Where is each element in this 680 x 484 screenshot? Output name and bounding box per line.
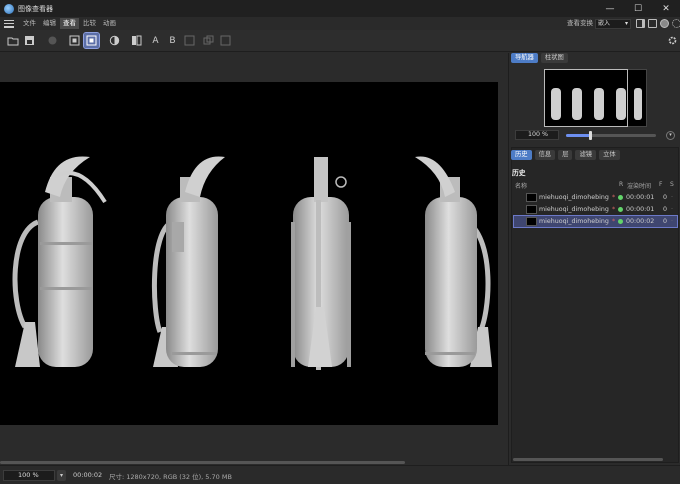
- title-bar: 图像查看器 — ☐ ✕: [0, 0, 680, 17]
- region-render-icon[interactable]: [83, 32, 100, 49]
- layout-icon[interactable]: [636, 19, 645, 28]
- status-bar: 100 % ▾ 00:00:02 尺寸: 1280x720, RGB (32 位…: [0, 465, 680, 484]
- window-title: 图像查看器: [18, 4, 53, 13]
- history-row-f: 0: [663, 206, 668, 213]
- menu-edit[interactable]: 编辑: [40, 18, 59, 29]
- history-thumbnail: [526, 205, 537, 214]
- history-row[interactable]: miehuoqi_dimohebing * 00:00:01 0 ·: [514, 192, 677, 203]
- tab-navigator[interactable]: 导航器: [511, 53, 538, 63]
- status-dot-icon: [618, 207, 623, 212]
- col-f[interactable]: F: [659, 181, 662, 188]
- status-dot-icon: [618, 219, 623, 224]
- close-button[interactable]: ✕: [652, 0, 680, 17]
- app-icon: [4, 3, 14, 14]
- rendered-image: [0, 82, 498, 425]
- history-row-f: 0: [663, 194, 668, 201]
- col-render-time[interactable]: 渲染时间: [627, 181, 651, 190]
- zoom-slider-fill: [566, 134, 591, 137]
- menu-animation[interactable]: 动画: [100, 18, 119, 29]
- text-a-icon[interactable]: A: [148, 33, 163, 48]
- history-row[interactable]: miehuoqi_dimohebing * 00:00:01 0 ·: [514, 204, 677, 215]
- save-icon[interactable]: [22, 33, 37, 48]
- history-column-headers: 名称 R 渲染时间 F S: [509, 181, 680, 190]
- menu-view[interactable]: 查看: [60, 18, 79, 29]
- history-row-name: miehuoqi_dimohebing: [539, 194, 609, 201]
- history-row-f: 0: [663, 218, 668, 225]
- tab-stereo[interactable]: 立体: [599, 150, 620, 160]
- menu-file[interactable]: 文件: [20, 18, 39, 29]
- horizontal-scrollbar[interactable]: [0, 461, 405, 464]
- record-icon[interactable]: [45, 33, 60, 48]
- history-row-s: ·: [671, 218, 674, 225]
- col-r[interactable]: R: [619, 181, 623, 188]
- col-s[interactable]: S: [670, 181, 674, 188]
- history-thumbnail: [526, 217, 537, 226]
- minimize-button[interactable]: —: [596, 0, 624, 17]
- zoom-slider-handle[interactable]: [589, 131, 593, 140]
- image-icon[interactable]: [182, 33, 197, 48]
- tab-info[interactable]: 信息: [534, 150, 556, 160]
- history-row-s: ·: [671, 194, 674, 201]
- paste-icon[interactable]: [218, 33, 233, 48]
- zoom-menu-icon[interactable]: ▾: [666, 131, 675, 140]
- maximize-button[interactable]: ☐: [624, 0, 652, 17]
- history-row-name: miehuoqi_dimohebing: [539, 206, 609, 213]
- right-panel: 导航器 柱状图 100 % ▾ 历史 信息 层 滤镜 立体 历史 名称 R 渲染…: [508, 53, 680, 465]
- open-folder-icon[interactable]: [5, 33, 20, 48]
- modified-marker: *: [612, 194, 616, 201]
- copy-icon[interactable]: [201, 33, 216, 48]
- gear-icon[interactable]: [672, 19, 680, 28]
- menu-compare[interactable]: 比较: [80, 18, 99, 29]
- sphere-icon[interactable]: [660, 19, 669, 28]
- chevron-down-icon: ▾: [624, 20, 628, 27]
- image-viewport[interactable]: [0, 53, 507, 464]
- tab-histogram[interactable]: 柱状图: [540, 53, 568, 63]
- history-row-time: 00:00:01: [626, 194, 655, 201]
- modified-marker: *: [612, 206, 616, 213]
- tab-filters[interactable]: 滤镜: [575, 150, 597, 160]
- history-row-selected[interactable]: miehuoqi_dimohebing * 00:00:02 0 ·: [513, 215, 678, 228]
- history-row-name: miehuoqi_dimohebing: [539, 218, 609, 225]
- history-row-time: 00:00:02: [626, 218, 655, 225]
- tab-layers[interactable]: 层: [558, 150, 573, 160]
- col-name[interactable]: 名称: [515, 181, 527, 190]
- frame-fit-icon[interactable]: [67, 33, 82, 48]
- view-transform-value: 嵌入: [598, 20, 611, 27]
- history-horizontal-scrollbar[interactable]: [513, 458, 663, 461]
- status-dot-icon: [618, 195, 623, 200]
- navigator-view-frame[interactable]: [544, 69, 628, 127]
- zoom-dropdown-icon[interactable]: ▾: [57, 470, 66, 481]
- modified-marker: *: [612, 218, 616, 225]
- settings-icon[interactable]: [665, 33, 680, 48]
- navigator-thumbnail[interactable]: [544, 69, 647, 127]
- zoom-slider[interactable]: [566, 131, 656, 140]
- history-row-time: 00:00:01: [626, 206, 655, 213]
- compare-ab-icon[interactable]: [129, 33, 144, 48]
- hamburger-menu-icon[interactable]: [4, 19, 14, 28]
- history-thumbnail: [526, 193, 537, 202]
- navigator-zoom-field[interactable]: 100 %: [515, 130, 559, 140]
- history-title: 历史: [512, 169, 526, 177]
- view-transform-label: 查看变换: [567, 19, 593, 27]
- tab-history[interactable]: 历史: [511, 150, 532, 160]
- history-row-s: ·: [671, 206, 674, 213]
- text-b-icon[interactable]: B: [165, 33, 180, 48]
- expand-icon[interactable]: [648, 19, 657, 28]
- zoom-field[interactable]: 100 %: [3, 470, 55, 481]
- contrast-icon[interactable]: [107, 33, 122, 48]
- view-transform-select[interactable]: 嵌入 ▾: [595, 19, 631, 29]
- render-time: 00:00:02: [73, 471, 103, 479]
- image-info: 尺寸: 1280x720, RGB (32 位), 5.70 MB: [109, 473, 232, 481]
- toolbar: A B: [0, 30, 680, 52]
